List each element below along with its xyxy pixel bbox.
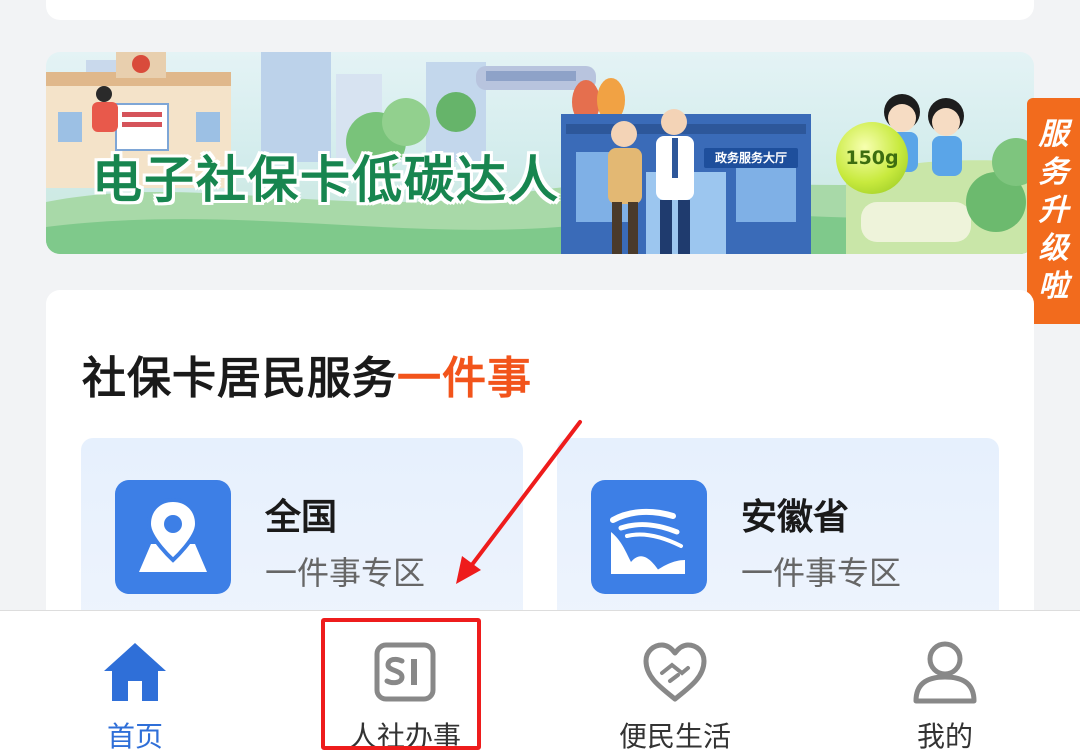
user-icon [913, 641, 977, 704]
huangshan-pine-icon [591, 480, 707, 594]
anhui-zone-card[interactable]: 安徽省 一件事专区 [557, 438, 999, 638]
tab-home[interactable]: 首页 [35, 611, 235, 756]
zone-name: 全国 [265, 497, 338, 538]
promo-banner[interactable]: 电子社保卡低碳达人 政务服务大厅 150g [46, 52, 1034, 254]
tab-label: 首页 [106, 720, 163, 753]
annotation-highlight-box [321, 618, 481, 750]
side-tab-char: 服 [1038, 117, 1069, 152]
tab-profile[interactable]: 我的 [845, 611, 1045, 756]
side-tab-char: 级 [1038, 231, 1069, 266]
service-section-title: 社保卡居民服务一件事 [82, 342, 532, 406]
service-title-accent: 一件事 [397, 353, 532, 404]
location-pin-icon [115, 480, 231, 594]
heart-handshake-icon [643, 642, 707, 702]
zone-subtitle: 一件事专区 [265, 554, 426, 592]
tab-convenience-life[interactable]: 便民生活 [575, 611, 775, 756]
service-upgrade-side-tab[interactable]: 服 务 升 级 啦 [1027, 98, 1080, 324]
national-zone-card[interactable]: 全国 一件事专区 [81, 438, 523, 638]
banner-title: 电子社保卡低碳达人 [92, 151, 560, 209]
tab-label: 便民生活 [618, 720, 731, 753]
tab-label: 我的 [916, 720, 973, 753]
home-icon [104, 643, 166, 701]
service-title-main: 社保卡居民服务 [82, 353, 397, 404]
service-hall-sign: 政务服务大厅 [704, 148, 798, 168]
top-card [46, 0, 1034, 20]
side-tab-char: 升 [1038, 193, 1069, 228]
bottom-tab-bar: 首页 人社办事 便民生活 我的 [0, 610, 1080, 756]
zone-subtitle: 一件事专区 [741, 554, 902, 592]
side-tab-char: 务 [1038, 155, 1069, 190]
side-tab-char: 啦 [1038, 269, 1069, 304]
zone-name: 安徽省 [741, 497, 850, 538]
carbon-weight-badge: 150g [836, 122, 908, 194]
app-screen: 电子社保卡低碳达人 政务服务大厅 150g 服 务 升 级 啦 社保卡居民服务一… [0, 0, 1080, 756]
